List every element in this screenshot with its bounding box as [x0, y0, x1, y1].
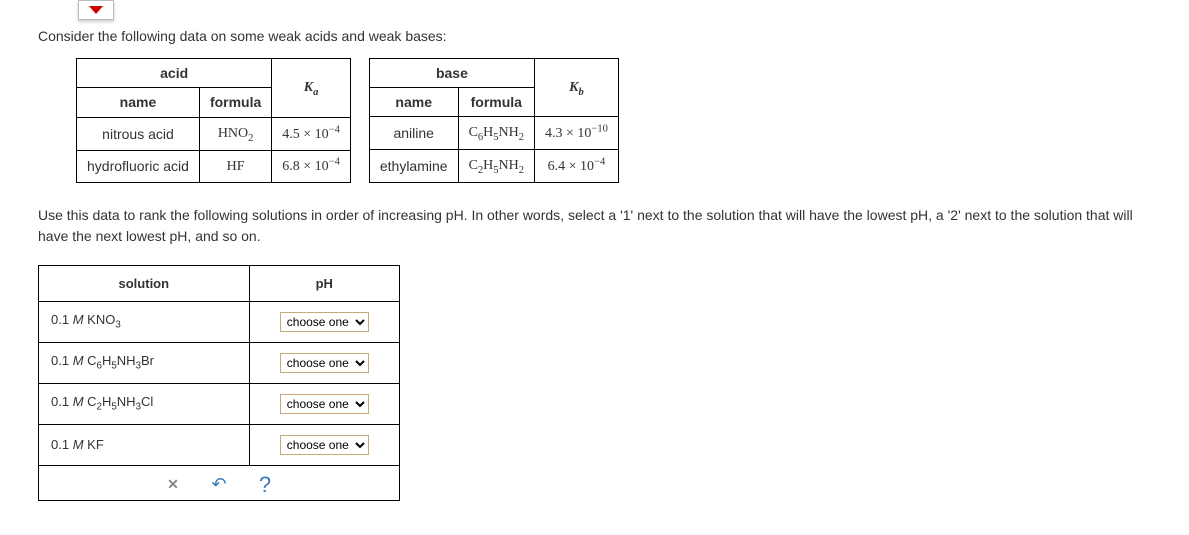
base-name: ethylamine [369, 149, 458, 182]
table-row: 0.1 M C2H5NH3Cl choose one [39, 383, 400, 424]
acid-formula: HF [199, 150, 271, 182]
base-name: aniline [369, 117, 458, 150]
table-row: 0.1 M KF choose one [39, 424, 400, 465]
table-row: hydrofluoric acid HF 6.8 × 10−4 [77, 150, 351, 182]
expand-toggle[interactable] [78, 0, 114, 20]
solution-label: 0.1 M C6H5NH3Br [39, 342, 250, 383]
rank-select[interactable]: choose one [280, 435, 369, 455]
base-group-header: base [369, 59, 534, 88]
base-name-header: name [369, 88, 458, 117]
base-k: 4.3 × 10−10 [535, 117, 619, 150]
rank-select[interactable]: choose one [280, 394, 369, 414]
solution-label: 0.1 M KF [39, 424, 250, 465]
acid-name: nitrous acid [77, 117, 200, 150]
solution-label: 0.1 M KNO3 [39, 301, 250, 342]
ph-cell: choose one [249, 383, 399, 424]
table-row: ethylamine C2H5NH2 6.4 × 10−4 [369, 149, 618, 182]
table-row: nitrous acid HNO2 4.5 × 10−4 [77, 117, 351, 150]
base-formula-header: formula [458, 88, 534, 117]
chevron-down-icon [89, 6, 103, 14]
action-row [39, 465, 400, 500]
acid-k-header: Ka [272, 59, 351, 118]
base-table: base Kb name formula aniline C6H5NH2 4.3… [369, 58, 619, 183]
acid-k: 6.8 × 10−4 [272, 150, 351, 182]
acid-formula-header: formula [199, 88, 271, 117]
data-tables: acid Ka name formula nitrous acid HNO2 4… [76, 58, 1151, 183]
acid-k: 4.5 × 10−4 [272, 117, 351, 150]
acid-name: hydrofluoric acid [77, 150, 200, 182]
solution-table: solution pH 0.1 M KNO3 choose one 0.1 M … [38, 265, 400, 501]
ph-cell: choose one [249, 301, 399, 342]
solution-label: 0.1 M C2H5NH3Cl [39, 383, 250, 424]
base-formula: C2H5NH2 [458, 149, 534, 182]
acid-table: acid Ka name formula nitrous acid HNO2 4… [76, 58, 351, 183]
clear-button[interactable] [162, 474, 184, 496]
rank-select[interactable]: choose one [280, 353, 369, 373]
acid-group-header: acid [77, 59, 272, 88]
undo-button[interactable] [208, 474, 230, 496]
ph-cell: choose one [249, 424, 399, 465]
solution-header: solution [39, 265, 250, 301]
instructions-text: Use this data to rank the following solu… [38, 205, 1151, 247]
rank-select[interactable]: choose one [280, 312, 369, 332]
intro-text: Consider the following data on some weak… [38, 28, 1151, 44]
base-formula: C6H5NH2 [458, 117, 534, 150]
help-button[interactable] [254, 474, 276, 496]
base-k-header: Kb [535, 59, 619, 117]
ph-header: pH [249, 265, 399, 301]
acid-formula: HNO2 [199, 117, 271, 150]
ph-cell: choose one [249, 342, 399, 383]
table-row: 0.1 M C6H5NH3Br choose one [39, 342, 400, 383]
base-k: 6.4 × 10−4 [535, 149, 619, 182]
table-row: aniline C6H5NH2 4.3 × 10−10 [369, 117, 618, 150]
table-row: 0.1 M KNO3 choose one [39, 301, 400, 342]
acid-name-header: name [77, 88, 200, 117]
